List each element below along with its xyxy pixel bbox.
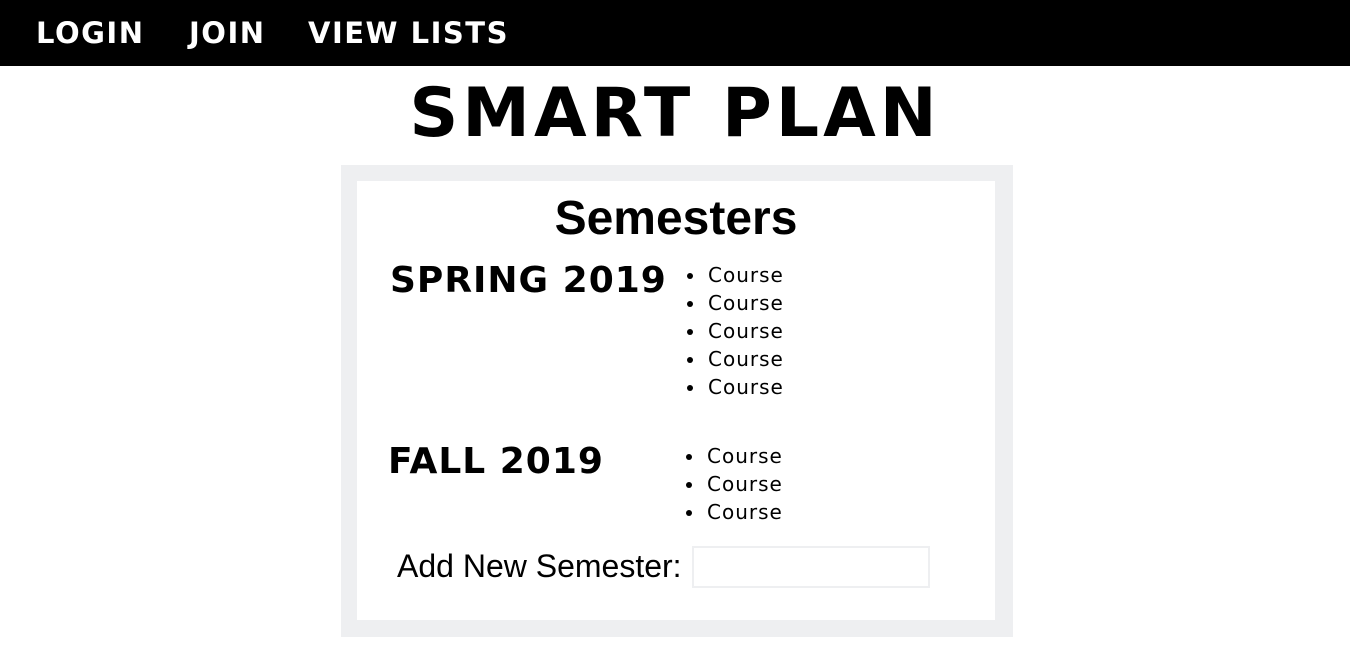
semesters-panel: Semesters SPRING 2019 Course Course Cour… <box>341 165 1013 637</box>
nav-view-lists-link[interactable]: VIEW LISTS <box>308 15 509 51</box>
course-item: Course <box>705 442 783 470</box>
course-item: Course <box>705 498 783 526</box>
course-item: Course <box>706 317 784 345</box>
semesters-panel-content: Semesters SPRING 2019 Course Course Cour… <box>357 181 995 620</box>
semester-title-fall-2019: FALL 2019 <box>388 441 604 482</box>
semesters-heading: Semesters <box>554 192 798 245</box>
top-navbar: LOGIN JOIN VIEW LISTS <box>0 0 1350 66</box>
course-list-fall-2019: Course Course Course <box>687 442 783 526</box>
add-semester-input[interactable] <box>692 546 930 588</box>
semester-title-spring-2019: SPRING 2019 <box>390 260 667 301</box>
nav-login-link[interactable]: LOGIN <box>36 15 144 51</box>
course-item: Course <box>706 373 784 401</box>
course-list-spring-2019: Course Course Course Course Course <box>688 261 784 401</box>
add-semester-label: Add New Semester: <box>397 548 682 584</box>
course-item: Course <box>705 470 783 498</box>
page-title: SMART PLAN <box>409 74 941 153</box>
course-item: Course <box>706 261 784 289</box>
nav-join-link[interactable]: JOIN <box>189 15 266 51</box>
course-item: Course <box>706 345 784 373</box>
course-item: Course <box>706 289 784 317</box>
